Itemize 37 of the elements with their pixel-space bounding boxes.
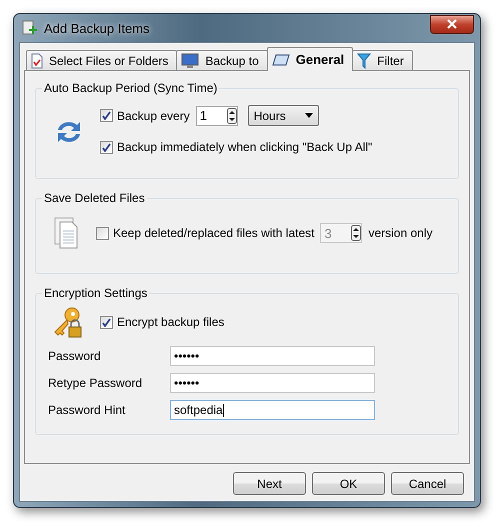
checkbox[interactable]: Backup every [100,108,190,122]
check-icon [102,142,111,152]
checked-document-icon [31,52,43,68]
close-button[interactable] [430,14,474,34]
text-field[interactable]: softpedia [170,400,375,420]
text-field[interactable]: •••••• [170,346,375,366]
key-lock-icon [52,306,84,338]
field-label: Retype Password [48,376,144,390]
tab[interactable]: Filter [352,50,413,71]
field-label: Password Hint [48,403,126,417]
spin-field[interactable]: 1 [196,106,238,126]
dialog-button[interactable]: Next [233,472,306,495]
checkbox[interactable]: Encrypt backup files [100,315,224,329]
caret-icon [304,113,313,118]
check-icon [102,111,111,120]
add-document-icon [22,20,38,36]
unit-dropdown[interactable]: Hours [248,105,319,126]
dialog-button[interactable]: Cancel [391,472,464,495]
window-title: Add Backup Items [44,20,150,36]
tab[interactable]: General [266,47,354,71]
close-icon [447,19,457,29]
text-field[interactable]: •••••• [170,373,375,393]
group-title: Save Deleted Files [43,191,146,205]
tab[interactable]: Select Files or Folders [26,50,178,71]
document-icon [54,217,80,249]
spin-arrows-icon[interactable] [226,108,237,124]
field-label: Password [48,349,102,363]
checkbox[interactable]: Backup immediately when clicking "Back Up All" [100,140,372,154]
funnel-icon [357,52,372,68]
tab[interactable]: Backup to [176,50,268,71]
group-title: Encryption Settings [43,286,148,300]
suffix-label: version only [368,226,432,240]
group-title: Auto Backup Period (Sync Time) [43,81,218,95]
card-icon [272,54,290,66]
check-icon [102,318,111,326]
monitor-icon [181,52,200,68]
dialog-button[interactable]: OK [312,472,385,495]
